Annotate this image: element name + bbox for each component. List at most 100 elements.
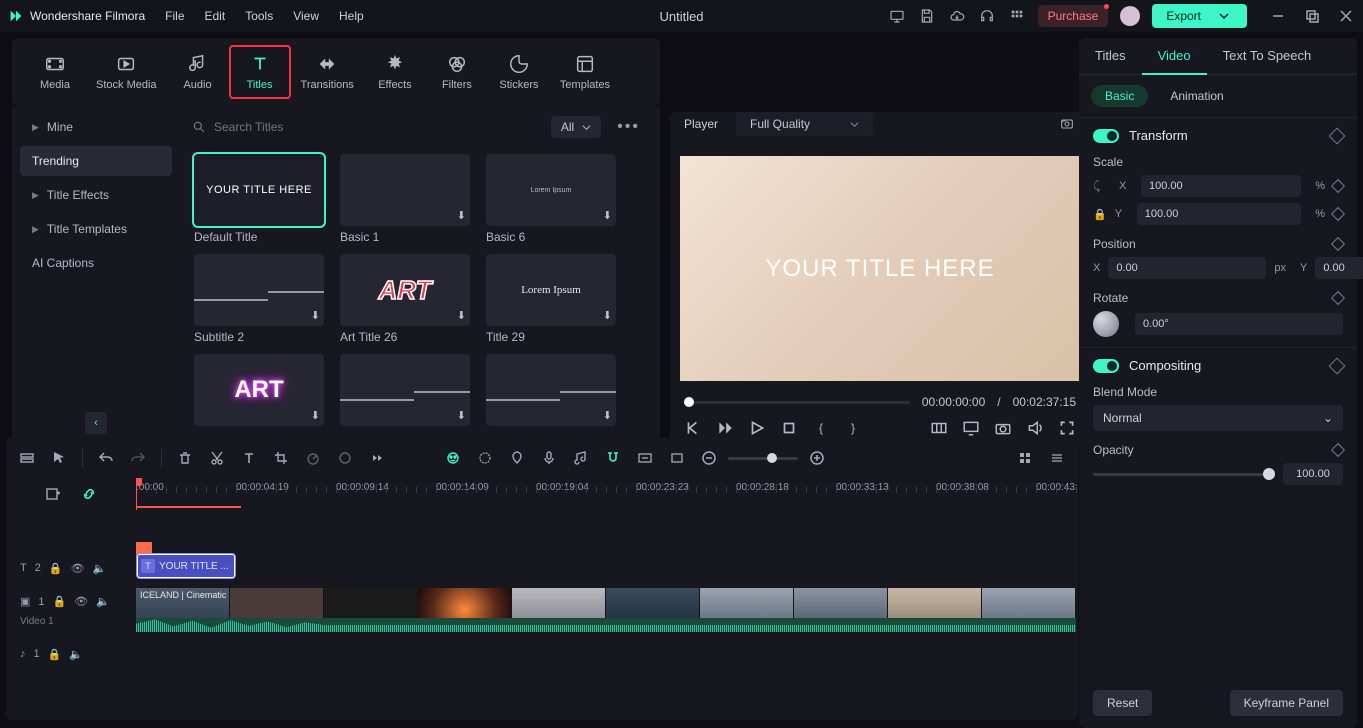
title-thumb[interactable]: Lorem Ipsum⬇ bbox=[486, 154, 616, 226]
playhead[interactable] bbox=[136, 478, 137, 510]
menu-view[interactable]: View bbox=[293, 9, 319, 23]
marker-icon[interactable] bbox=[508, 449, 526, 467]
opacity-thumb[interactable] bbox=[1263, 468, 1275, 480]
sidebar-item-title-templates[interactable]: ▶Title Templates bbox=[20, 214, 172, 244]
sidebar-item-mine[interactable]: ▶Mine bbox=[20, 112, 172, 142]
sidebar-item-trending[interactable]: Trending bbox=[20, 146, 172, 176]
fit-icon[interactable] bbox=[636, 449, 654, 467]
zoom-out-icon[interactable] bbox=[700, 449, 718, 467]
opacity-slider[interactable] bbox=[1093, 473, 1275, 476]
timeline-link-icon[interactable] bbox=[80, 485, 98, 503]
clip-ratio-icon[interactable] bbox=[930, 419, 948, 437]
subtab-basic[interactable]: Basic bbox=[1091, 85, 1148, 107]
desktop-icon[interactable] bbox=[888, 7, 906, 25]
reset-button[interactable]: Reset bbox=[1093, 690, 1152, 716]
more-menu-icon[interactable]: ••• bbox=[609, 114, 648, 140]
title-thumb[interactable]: ⬇ bbox=[486, 354, 616, 426]
lock-icon[interactable]: 🔒 bbox=[53, 595, 67, 608]
pos-y-input[interactable] bbox=[1315, 257, 1363, 279]
sidebar-item-ai-captions[interactable]: AI Captions bbox=[20, 248, 172, 278]
keyframe-panel-button[interactable]: Keyframe Panel bbox=[1230, 690, 1343, 716]
zoom-slider[interactable] bbox=[728, 457, 798, 460]
title-thumb[interactable]: ⬇ bbox=[340, 154, 470, 226]
delete-icon[interactable] bbox=[176, 449, 194, 467]
ai-icon[interactable] bbox=[444, 449, 462, 467]
scrub-handle[interactable] bbox=[684, 397, 694, 407]
compositing-toggle[interactable] bbox=[1093, 359, 1119, 373]
prop-tab-titles[interactable]: Titles bbox=[1079, 38, 1142, 74]
menu-help[interactable]: Help bbox=[339, 9, 364, 23]
rotate-knob[interactable] bbox=[1093, 311, 1119, 337]
scrub-bar[interactable] bbox=[684, 401, 910, 404]
scale-x-input[interactable] bbox=[1141, 175, 1301, 197]
effects-tl-icon[interactable] bbox=[476, 449, 494, 467]
snapshot-icon[interactable] bbox=[1058, 115, 1076, 133]
user-avatar[interactable] bbox=[1120, 6, 1140, 26]
mic-icon[interactable] bbox=[540, 449, 558, 467]
scale-y-keyframe-icon[interactable] bbox=[1331, 207, 1345, 221]
tab-audio[interactable]: Audio bbox=[167, 47, 229, 97]
position-keyframe-icon[interactable] bbox=[1331, 237, 1345, 251]
menu-file[interactable]: File bbox=[165, 9, 184, 23]
prop-tab-tts[interactable]: Text To Speech bbox=[1207, 38, 1328, 74]
search-input[interactable] bbox=[214, 120, 369, 134]
timeline-add-icon[interactable] bbox=[44, 485, 62, 503]
menu-tools[interactable]: Tools bbox=[245, 9, 273, 23]
quality-dropdown[interactable]: Full Quality bbox=[736, 112, 873, 136]
export-button[interactable]: Export bbox=[1152, 4, 1247, 28]
tab-transitions[interactable]: Transitions bbox=[291, 47, 364, 97]
maximize-icon[interactable] bbox=[1303, 7, 1321, 25]
volume-icon[interactable] bbox=[1026, 419, 1044, 437]
opacity-value[interactable]: 100.00 bbox=[1283, 463, 1343, 485]
frame-icon[interactable] bbox=[668, 449, 686, 467]
sidebar-item-title-effects[interactable]: ▶Title Effects bbox=[20, 180, 172, 210]
title-thumb[interactable]: ART⬇ bbox=[194, 354, 324, 426]
visibility-icon[interactable]: 👁 bbox=[74, 595, 88, 608]
blend-mode-select[interactable]: Normal⌄ bbox=[1093, 405, 1343, 431]
filter-dropdown[interactable]: All bbox=[551, 116, 601, 138]
tab-templates[interactable]: Templates bbox=[550, 47, 620, 97]
pos-x-input[interactable] bbox=[1108, 257, 1266, 279]
title-clip[interactable]: T YOUR TITLE ... bbox=[136, 553, 236, 579]
music-tl-icon[interactable] bbox=[572, 449, 590, 467]
zoom-in-icon[interactable] bbox=[808, 449, 826, 467]
rotate-keyframe-icon[interactable] bbox=[1331, 291, 1345, 305]
opacity-keyframe-icon[interactable] bbox=[1331, 443, 1345, 457]
tab-filters[interactable]: Filters bbox=[426, 47, 488, 97]
compositing-keyframe-icon[interactable] bbox=[1329, 357, 1346, 374]
audio-waveform[interactable] bbox=[136, 618, 1076, 632]
prop-tab-video[interactable]: Video bbox=[1142, 38, 1207, 75]
mark-in-icon[interactable]: { bbox=[812, 419, 830, 437]
title-thumb[interactable]: YOUR TITLE HERE bbox=[194, 154, 324, 226]
apps-icon[interactable] bbox=[1008, 7, 1026, 25]
collapse-sidebar-icon[interactable]: ‹ bbox=[85, 412, 107, 434]
tab-stickers[interactable]: Stickers bbox=[488, 47, 550, 97]
download-icon[interactable]: ⬇ bbox=[311, 409, 320, 422]
camera-icon[interactable] bbox=[994, 419, 1012, 437]
transform-toggle[interactable] bbox=[1093, 129, 1119, 143]
link-icon[interactable]: 🔒 bbox=[1093, 208, 1107, 221]
magnetic-icon[interactable] bbox=[604, 449, 622, 467]
transform-keyframe-icon[interactable] bbox=[1329, 127, 1346, 144]
title-thumb[interactable]: ART⬇ bbox=[340, 254, 470, 326]
visibility-icon[interactable]: 👁 bbox=[71, 562, 85, 575]
download-icon[interactable]: ⬇ bbox=[457, 309, 466, 322]
crop-icon[interactable] bbox=[272, 449, 290, 467]
download-icon[interactable]: ⬇ bbox=[603, 209, 612, 222]
fullscreen-icon[interactable] bbox=[1058, 419, 1076, 437]
ruler[interactable]: :00:0000:00:04:1900:00:09:1400:00:14:090… bbox=[136, 478, 1078, 510]
minimize-icon[interactable] bbox=[1269, 7, 1287, 25]
title-thumb[interactable]: ⬇ bbox=[194, 254, 324, 326]
prev-frame-icon[interactable] bbox=[684, 419, 702, 437]
mute-icon[interactable]: 🔈 bbox=[69, 648, 83, 661]
title-thumb[interactable]: Lorem Ipsum⬇ bbox=[486, 254, 616, 326]
title-thumb[interactable]: ⬇ bbox=[340, 354, 470, 426]
rotate-input[interactable] bbox=[1135, 313, 1343, 335]
play-fwd-icon[interactable] bbox=[716, 419, 734, 437]
add-track-icon[interactable] bbox=[18, 449, 36, 467]
menu-edit[interactable]: Edit bbox=[205, 9, 226, 23]
cut-icon[interactable] bbox=[208, 449, 226, 467]
speed-icon[interactable] bbox=[304, 449, 322, 467]
download-icon[interactable]: ⬇ bbox=[603, 309, 612, 322]
download-icon[interactable]: ⬇ bbox=[603, 409, 612, 422]
